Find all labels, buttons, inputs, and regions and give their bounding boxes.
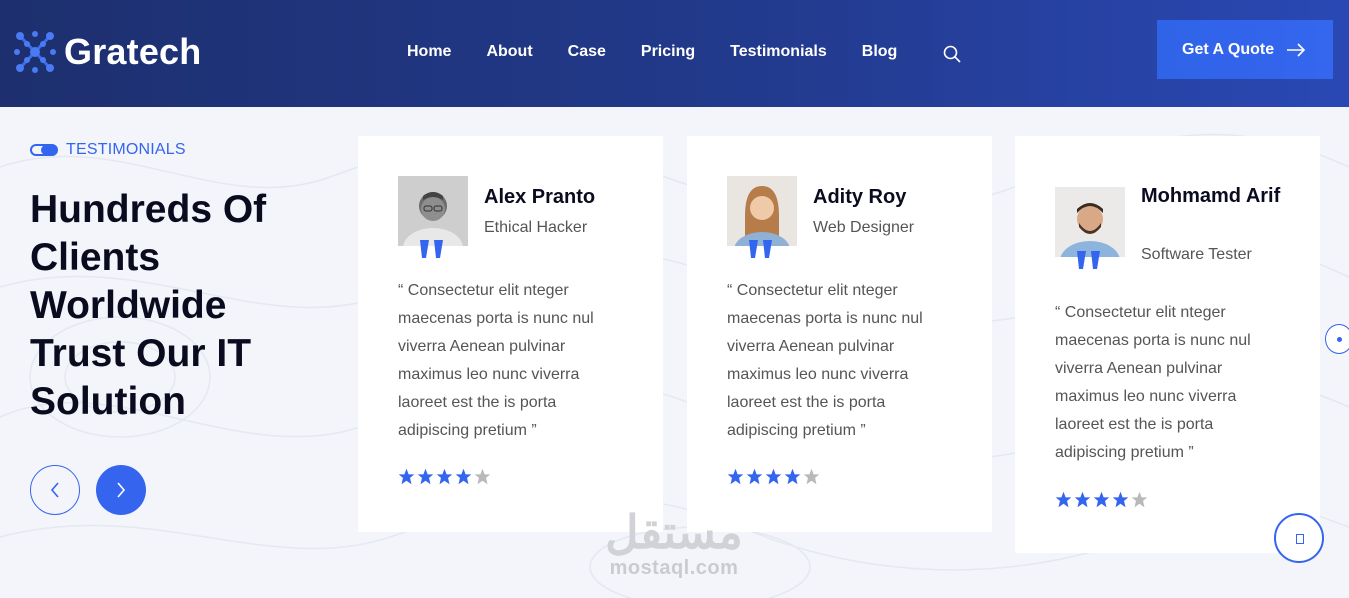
avatar [727,176,797,246]
scroll-to-top-button[interactable] [1274,513,1324,563]
star-empty-icon [803,468,820,485]
nav-item-case[interactable]: Case [568,43,606,61]
nav-item-blog[interactable]: Blog [862,43,898,61]
reviewer-role: Web Designer [813,219,915,236]
star-filled-icon [417,468,434,485]
reviewer-name: Mohmamd Arif [1141,185,1281,207]
square-icon [1296,534,1304,544]
main-nav: Home About Case Pricing Testimonials Blo… [407,43,932,61]
brand-name: Gratech [64,31,202,72]
section-eyebrow: TESTIMONIALS [30,141,186,159]
star-rating [1055,491,1148,508]
watermark: مستقل mostaql.com [594,507,754,580]
molecule-x-icon [14,31,56,73]
testimonial-card: Adity Roy Web Designer “ Consectetur eli… [687,136,992,532]
section-heading: Hundreds Of Clients Worldwide Trust Our … [30,188,267,423]
testimonial-card: Alex Pranto Ethical Hacker “ Consectetur… [358,136,663,532]
testimonial-card: Mohmamd Arif Software Tester “ Consectet… [1015,136,1320,553]
search-icon[interactable] [942,44,962,64]
eyebrow-label: TESTIMONIALS [66,141,186,158]
star-empty-icon [1131,491,1148,508]
site-header: Gratech Home About Case Pricing Testimon… [0,0,1349,107]
toggle-pill-icon [30,144,58,156]
get-a-quote-button[interactable]: Get A Quote [1157,20,1333,79]
star-filled-icon [1074,491,1091,508]
star-filled-icon [1093,491,1110,508]
star-filled-icon [1055,491,1072,508]
star-rating [398,468,491,485]
star-rating [727,468,820,485]
testimonial-text: “ Consectetur elit nteger maecenas porta… [727,282,923,439]
reviewer-role: Ethical Hacker [484,219,588,236]
carousel-dot[interactable] [1325,324,1349,354]
star-filled-icon [455,468,472,485]
slider-prev-button[interactable] [30,465,80,515]
nav-item-about[interactable]: About [486,43,532,61]
chevron-left-icon [50,482,59,498]
watermark-arabic: مستقل [605,506,743,558]
nav-item-testimonials[interactable]: Testimonials [730,43,827,61]
star-empty-icon [474,468,491,485]
brand-logo[interactable]: Gratech [14,30,201,74]
star-filled-icon [1112,491,1129,508]
star-filled-icon [746,468,763,485]
quote-icon [420,240,443,258]
star-filled-icon [784,468,801,485]
reviewer-name: Adity Roy [813,186,907,208]
watermark-latin: mostaql.com [609,557,739,579]
nav-item-home[interactable]: Home [407,43,451,61]
star-filled-icon [765,468,782,485]
get-a-quote-label: Get A Quote [1182,40,1275,58]
star-filled-icon [727,468,744,485]
nav-item-pricing[interactable]: Pricing [641,43,695,61]
reviewer-name: Alex Pranto [484,186,596,208]
avatar [1055,187,1125,257]
star-filled-icon [398,468,415,485]
quote-icon [749,240,772,258]
arrow-right-icon [1287,42,1306,57]
testimonial-text: “ Consectetur elit nteger maecenas porta… [398,282,594,439]
star-filled-icon [436,468,453,485]
testimonial-text: “ Consectetur elit nteger maecenas porta… [1055,304,1251,461]
quote-icon [1077,251,1100,269]
avatar [398,176,468,246]
reviewer-role: Software Tester [1141,246,1252,263]
chevron-right-icon [117,482,126,498]
slider-next-button[interactable] [96,465,146,515]
